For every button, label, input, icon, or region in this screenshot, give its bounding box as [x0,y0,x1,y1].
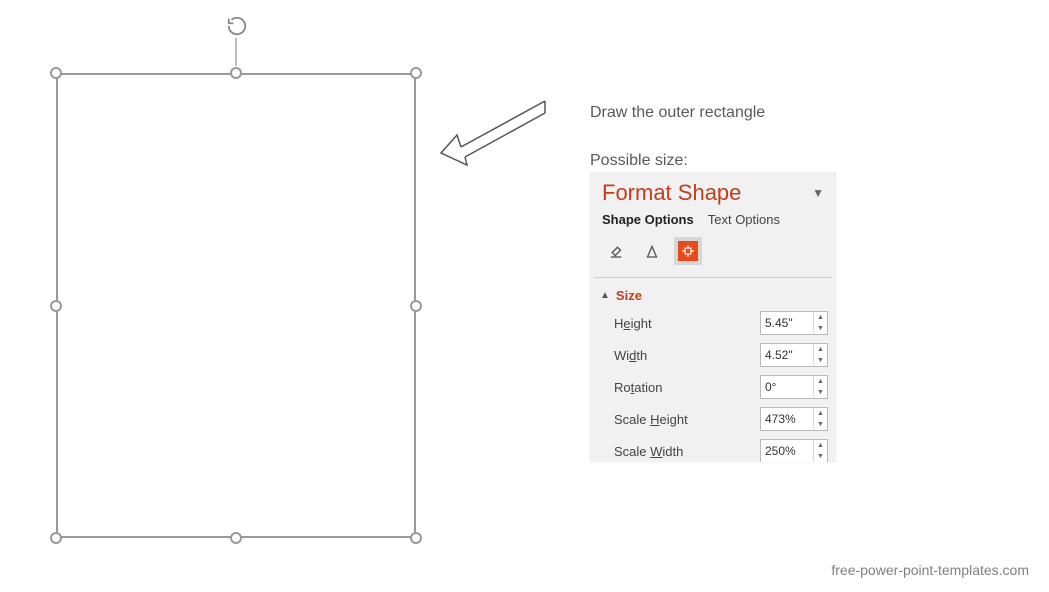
height-spinner[interactable]: ▲▼ [760,311,828,335]
scale-width-label: Scale Width [614,444,683,459]
scale-width-spinner[interactable]: ▲▼ [760,439,828,462]
collapse-triangle-icon: ▲ [600,290,610,301]
rectangle-shape[interactable] [56,73,416,538]
rotation-spinner[interactable]: ▲▼ [760,375,828,399]
scale-width-input[interactable] [761,440,813,462]
rotate-stem [235,38,237,66]
width-label: Width [614,348,647,363]
scale-height-spinner[interactable]: ▲▼ [760,407,828,431]
rotation-up-icon[interactable]: ▲ [814,376,827,387]
resize-handle-ml[interactable] [50,300,62,312]
separator [594,277,832,278]
effects-icon[interactable] [638,237,666,265]
rotate-handle-icon[interactable] [226,15,248,42]
resize-handle-tm[interactable] [230,67,242,79]
panel-collapse-icon[interactable]: ▼ [812,186,824,200]
scale-height-down-icon[interactable]: ▼ [814,419,827,430]
height-up-icon[interactable]: ▲ [814,312,827,323]
tab-shape-options[interactable]: Shape Options [602,212,694,227]
height-down-icon[interactable]: ▼ [814,323,827,334]
width-down-icon[interactable]: ▼ [814,355,827,366]
panel-title: Format Shape [602,180,741,206]
tab-text-options[interactable]: Text Options [708,212,780,227]
width-up-icon[interactable]: ▲ [814,344,827,355]
rotation-label: Rotation [614,380,662,395]
scale-height-label: Scale Height [614,412,688,427]
width-spinner[interactable]: ▲▼ [760,343,828,367]
rotation-down-icon[interactable]: ▼ [814,387,827,398]
fill-line-icon[interactable] [602,237,630,265]
resize-handle-tl[interactable] [50,67,62,79]
instruction-text-2: Possible size: [590,152,688,170]
selected-shape[interactable] [56,73,416,538]
resize-handle-br[interactable] [410,532,422,544]
rotation-input[interactable] [761,376,813,398]
section-size-header[interactable]: ▲ Size [590,284,836,307]
annotation-arrow-icon [435,95,555,180]
size-properties-icon[interactable] [674,237,702,265]
section-size-label: Size [616,288,642,303]
scale-width-up-icon[interactable]: ▲ [814,440,827,451]
footer-attribution: free-power-point-templates.com [831,562,1029,578]
format-shape-panel: Format Shape ▼ Shape Options Text Option… [590,172,836,462]
instruction-text-1: Draw the outer rectangle [590,104,765,122]
resize-handle-bm[interactable] [230,532,242,544]
scale-width-down-icon[interactable]: ▼ [814,451,827,462]
width-input[interactable] [761,344,813,366]
scale-height-up-icon[interactable]: ▲ [814,408,827,419]
resize-handle-mr[interactable] [410,300,422,312]
height-input[interactable] [761,312,813,334]
scale-height-input[interactable] [761,408,813,430]
resize-handle-tr[interactable] [410,67,422,79]
resize-handle-bl[interactable] [50,532,62,544]
height-label: Height [614,316,652,331]
